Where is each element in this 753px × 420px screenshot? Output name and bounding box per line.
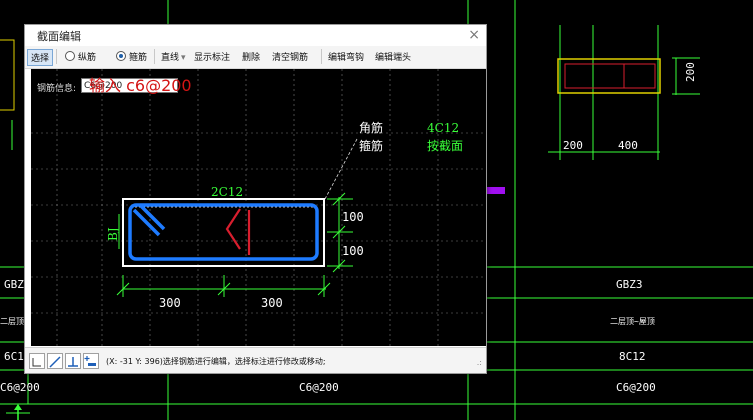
side-label: BJ — [106, 227, 120, 241]
corner-bar-label: 角筋 — [359, 120, 383, 135]
diagonal-line-icon — [49, 356, 61, 368]
resize-grip-icon[interactable]: .: — [477, 358, 482, 367]
plus-dimension-icon — [84, 356, 96, 366]
line-mode-label: 直线 — [161, 53, 180, 63]
toolbar-divider — [56, 49, 57, 64]
ortho-corner-button[interactable] — [29, 353, 45, 369]
dim-bottom-right: 300 — [261, 296, 283, 310]
radio-icon — [65, 51, 75, 61]
dim-label: 200 — [563, 139, 583, 152]
dim-bottom-left: 300 — [159, 296, 181, 310]
show-dims-button[interactable]: 显示标注 — [194, 50, 230, 63]
section-edit-dialog: 截面编辑 × 选择 纵筋 箍筋 直线 ▾ 显示标注 删除 清空钢筋 编辑弯钩 编辑… — [24, 24, 487, 374]
stirrup-radio-label: 箍筋 — [129, 53, 148, 63]
section-canvas[interactable]: 300 300 100 100 2C12 BJ 角筋 箍筋 4C12 按截面 钢… — [31, 69, 486, 346]
toolbar-divider — [321, 49, 322, 64]
statusbar: (X: -31 Y: 396)选择钢筋进行编辑，选择标注进行修改或移动; .: — [25, 347, 486, 373]
line-mode-dropdown[interactable]: 直线 ▾ — [161, 50, 186, 63]
row-label: C6@200 — [299, 381, 339, 394]
row-label: 8C12 — [619, 350, 646, 363]
add-dim-button[interactable] — [83, 353, 99, 369]
row-label: GBZ — [4, 278, 24, 291]
select-button[interactable]: 选择 — [27, 49, 54, 66]
longitudinal-radio[interactable]: 纵筋 — [65, 50, 96, 63]
row-label: 二层顶~屋顶 — [610, 317, 655, 326]
radio-selected-icon — [116, 51, 126, 61]
dialog-titlebar[interactable]: 截面编辑 × — [25, 25, 486, 45]
tie-left[interactable] — [225, 208, 241, 250]
status-message: (X: -31 Y: 396)选择钢筋进行编辑，选择标注进行修改或移动; — [106, 357, 326, 366]
perpendicular-button[interactable] — [65, 353, 81, 369]
longitudinal-radio-label: 纵筋 — [78, 53, 97, 63]
dialog-title: 截面编辑 — [37, 30, 81, 43]
chevron-down-icon: ▾ — [181, 53, 186, 63]
toolbar-divider — [154, 49, 155, 64]
row-label: C6@200 — [616, 381, 656, 394]
row-label: GBZ3 — [616, 278, 643, 291]
toolbar: 选择 纵筋 箍筋 直线 ▾ 显示标注 删除 清空钢筋 编辑弯钩 编辑端头 — [25, 46, 486, 69]
row-label: C6@200 — [0, 381, 40, 394]
dim-label: 200 — [684, 62, 697, 82]
edit-hook-button[interactable]: 编辑弯钩 — [328, 50, 364, 63]
corner-icon — [32, 358, 41, 367]
purple-marker — [485, 187, 505, 194]
stirrup-radio[interactable]: 箍筋 — [116, 50, 147, 63]
corner-bar-spec: 4C12 — [427, 121, 459, 135]
perpendicular-icon — [68, 357, 78, 367]
dim-right-top: 100 — [342, 210, 364, 224]
edit-end-button[interactable]: 编辑端头 — [375, 50, 411, 63]
close-icon[interactable]: × — [468, 26, 480, 44]
dim-right-bottom: 100 — [342, 244, 364, 258]
section-drawing[interactable]: 300 300 100 100 2C12 BJ 角筋 箍筋 4C12 按截面 — [31, 69, 486, 346]
input-hint-annotation: 输入 c6@200 — [89, 76, 192, 95]
dim-label: 400 — [618, 139, 638, 152]
by-section-label: 按截面 — [427, 139, 463, 153]
top-bar-spec: 2C12 — [211, 185, 243, 199]
stirrup-label: 箍筋 — [359, 138, 383, 153]
clear-rebar-button[interactable]: 清空钢筋 — [272, 50, 308, 63]
rebar-info-label: 钢筋信息: — [37, 84, 77, 94]
slash-line-button[interactable] — [47, 353, 63, 369]
delete-button[interactable]: 删除 — [242, 50, 260, 63]
row-label: 6C1 — [4, 350, 24, 363]
